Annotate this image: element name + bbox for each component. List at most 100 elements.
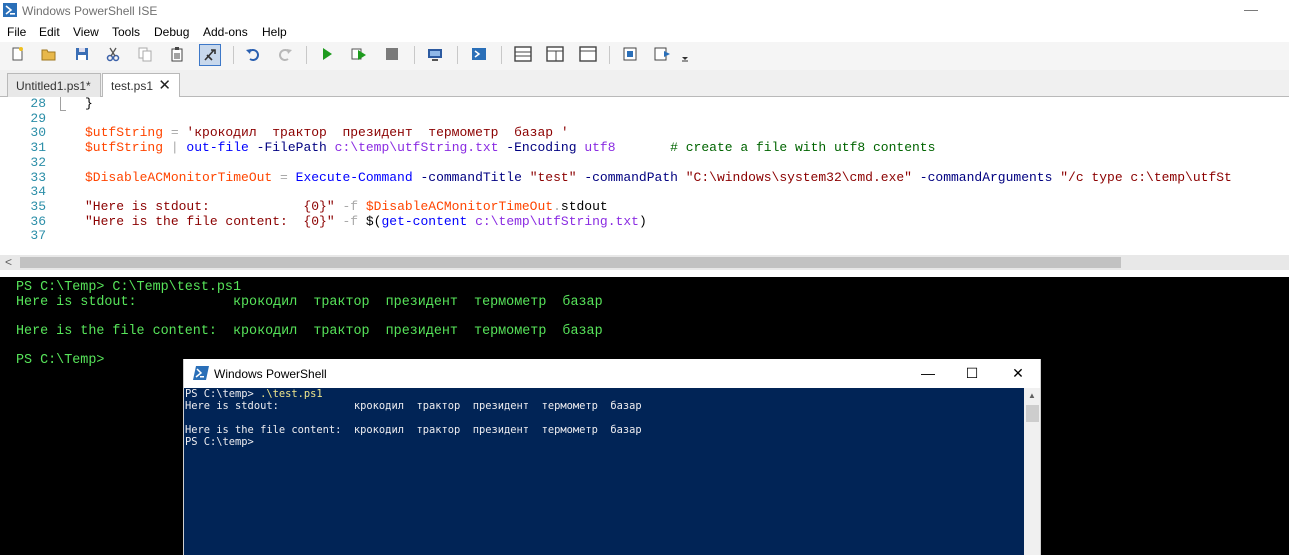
close-button[interactable]: ✕ xyxy=(995,359,1040,388)
menu-bar: File Edit View Tools Debug Add-ons Help xyxy=(0,22,1289,42)
code-token: -Encoding xyxy=(498,140,585,156)
ps-output-line: Here is the file content: крокодил тракт… xyxy=(185,424,642,436)
line-number: 36 xyxy=(30,213,46,229)
code-token: | xyxy=(163,140,187,156)
code-token: out-file xyxy=(186,140,249,156)
ps-output-line: Here is stdout: крокодил трактор президе… xyxy=(185,400,642,412)
show-command-icon[interactable] xyxy=(652,44,674,66)
code-token: c:\temp\utfString.txt xyxy=(475,213,639,229)
tab-test-ps1[interactable]: test.ps1 ✕ xyxy=(102,73,180,98)
code-token: "/c type c:\temp\utfSt xyxy=(1060,169,1232,185)
line-number: 31 xyxy=(30,140,46,156)
code-token: Execute-Command xyxy=(295,169,413,185)
code-token: $DisableACMonitorTimeOut xyxy=(365,198,554,214)
powershell-icon xyxy=(193,366,209,380)
code-text: $utfString = 'крокодил трактор президент… xyxy=(85,125,569,140)
line-number: 35 xyxy=(30,198,46,214)
code-token: $( xyxy=(365,213,382,229)
code-token: ) xyxy=(638,213,647,229)
addon-icon[interactable] xyxy=(620,44,642,66)
scrollbar-thumb[interactable] xyxy=(1026,405,1039,422)
layout-top-icon[interactable] xyxy=(512,44,534,66)
paste-icon[interactable] xyxy=(167,44,189,66)
fold-marker-end xyxy=(60,110,66,111)
minimize-button[interactable]: — xyxy=(1240,0,1262,20)
powershell-title-bar[interactable]: Windows PowerShell — ☐ ✕ xyxy=(184,359,1040,388)
code-token: "test" xyxy=(529,169,577,185)
menu-file[interactable]: File xyxy=(7,25,26,39)
run-icon[interactable] xyxy=(317,44,339,66)
powershell-window[interactable]: Windows PowerShell — ☐ ✕ PS C:\temp> .\t… xyxy=(183,359,1041,555)
menu-edit[interactable]: Edit xyxy=(39,25,60,39)
close-icon[interactable]: ✕ xyxy=(158,76,171,94)
menu-tools[interactable]: Tools xyxy=(112,25,140,39)
scroll-left-icon[interactable]: < xyxy=(5,255,12,270)
code-text: $DisableACMonitorTimeOut = Execute-Comma… xyxy=(85,170,1232,185)
pane-splitter[interactable] xyxy=(0,270,1289,277)
code-token: utf8 xyxy=(584,140,616,156)
editor-horizontal-scrollbar[interactable]: < xyxy=(0,255,1289,270)
minimize-button[interactable]: — xyxy=(905,359,951,388)
ps-prompt: PS C:\temp> xyxy=(185,388,261,400)
menu-debug[interactable]: Debug xyxy=(154,25,189,39)
undo-icon[interactable] xyxy=(243,44,265,66)
maximize-button[interactable]: ☐ xyxy=(949,359,995,388)
menu-addons[interactable]: Add-ons xyxy=(203,25,248,39)
toolbar xyxy=(0,42,1289,70)
code-token: 'крокодил трактор президент термометр ба… xyxy=(186,125,569,141)
line-number: 33 xyxy=(30,169,46,185)
title-bar: Windows PowerShell ISE — xyxy=(0,0,1289,22)
line-number: 29 xyxy=(30,110,46,126)
tab-label: test.ps1 xyxy=(111,79,154,93)
code-token: = xyxy=(272,169,296,185)
code-text: $utfString | out-file -FilePath c:\temp\… xyxy=(85,140,935,155)
line-number: 28 xyxy=(30,97,46,111)
code-token: -commandArguments xyxy=(911,169,1061,185)
layout-max-icon[interactable] xyxy=(577,44,599,66)
code-text: } xyxy=(85,97,93,111)
line-number: 37 xyxy=(30,228,46,244)
fold-marker xyxy=(60,97,61,111)
line-number: 30 xyxy=(30,125,46,141)
redo-icon[interactable] xyxy=(275,44,297,66)
scroll-up-icon[interactable]: ▲ xyxy=(1028,391,1036,400)
stop-icon[interactable] xyxy=(382,44,404,66)
toolbar-separator xyxy=(609,46,610,64)
scrollbar-thumb[interactable] xyxy=(20,257,1121,268)
powershell-console[interactable]: PS C:\temp> .\test.ps1 Here is stdout: к… xyxy=(184,388,1024,555)
code-token: -FilePath xyxy=(248,140,335,156)
open-folder-icon[interactable] xyxy=(39,44,61,66)
code-token: -f xyxy=(334,213,366,229)
console-icon[interactable] xyxy=(469,44,491,66)
powershell-tab-icon[interactable] xyxy=(199,44,221,66)
menu-help[interactable]: Help xyxy=(262,25,287,39)
new-file-icon[interactable] xyxy=(7,44,29,66)
code-token: = xyxy=(163,125,187,141)
ps-output-line: PS C:\temp> xyxy=(185,436,254,448)
save-icon[interactable] xyxy=(72,44,94,66)
cut-icon[interactable] xyxy=(103,44,125,66)
powershell-vertical-scrollbar[interactable]: ▲ xyxy=(1024,388,1040,555)
code-token: "Here is stdout: {0}" xyxy=(85,198,335,214)
tab-untitled1[interactable]: Untitled1.ps1* xyxy=(7,73,101,97)
console-line: PS C:\Temp> C:\Temp\test.ps1 xyxy=(16,280,241,295)
remote-icon[interactable] xyxy=(425,44,447,66)
script-editor[interactable]: 28} 29 30 $utfString = 'крокодил трактор пр… xyxy=(0,97,1289,255)
overflow-icon[interactable] xyxy=(679,44,691,66)
code-token: -commandTitle xyxy=(412,169,530,185)
code-token: $utfString xyxy=(85,140,164,156)
code-token: stdout xyxy=(560,198,608,214)
layout-right-icon[interactable] xyxy=(544,44,566,66)
menu-view[interactable]: View xyxy=(73,25,99,39)
powershell-ise-icon xyxy=(3,3,17,17)
ps-command-line: PS C:\temp> .\test.ps1 xyxy=(185,388,323,400)
code-token: $utfString xyxy=(85,125,164,141)
powershell-window-title: Windows PowerShell xyxy=(214,367,327,381)
code-token: c:\temp\utfString.txt xyxy=(334,140,499,156)
run-selection-icon[interactable] xyxy=(349,44,371,66)
copy-icon[interactable] xyxy=(135,44,157,66)
tab-label: Untitled1.ps1* xyxy=(16,79,91,93)
code-token: get-content xyxy=(381,213,468,229)
